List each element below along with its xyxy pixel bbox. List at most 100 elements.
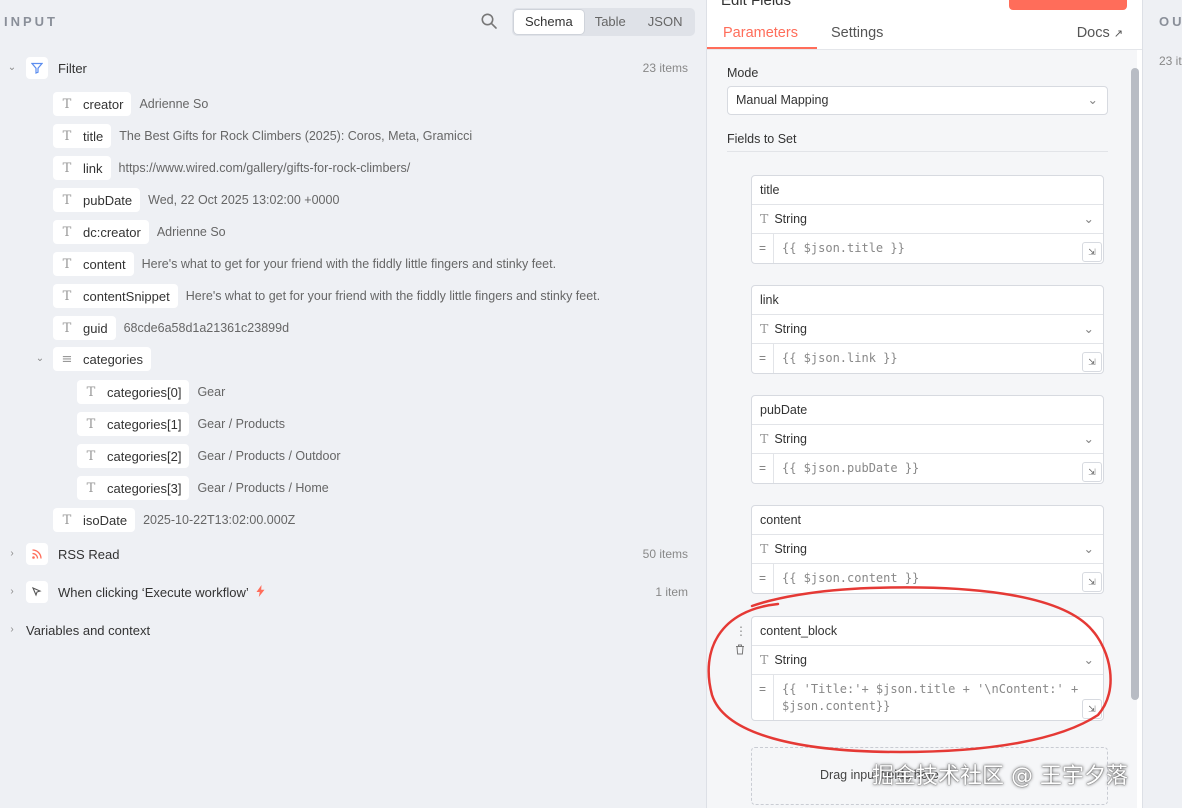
assignment-value-editor[interactable]: = {{ $json.content }} ⇲: [752, 564, 1103, 593]
field-row[interactable]: Tcategories[3] Gear / Products / Home: [77, 476, 329, 500]
expression-equals-icon: =: [752, 454, 774, 483]
field-value: Gear: [197, 385, 226, 399]
tab-parameters[interactable]: Parameters: [723, 25, 798, 41]
assignment-type-value: String: [774, 653, 807, 667]
expand-editor-icon[interactable]: ⇲: [1082, 572, 1102, 592]
field-row[interactable]: Tcreator Adrienne So: [53, 92, 208, 116]
assignment-value-editor[interactable]: = {{ $json.link }} ⇲: [752, 344, 1103, 373]
field-row[interactable]: Tguid 68cde6a58d1a21361c23899d: [53, 316, 289, 340]
assignment-type-select[interactable]: T String ⌄: [752, 315, 1103, 344]
field-row[interactable]: Tlink https://www.wired.com/gallery/gift…: [53, 156, 410, 180]
expression-code[interactable]: {{ $json.link }}: [774, 344, 1103, 373]
expression-code[interactable]: {{ $json.title }}: [774, 234, 1103, 263]
parameters-body: Mode Manual Mapping ⌄ Fields to Set titl…: [707, 50, 1137, 808]
expression-code[interactable]: {{ 'Title:'+ $json.title + '\nContent:' …: [774, 675, 1103, 720]
trash-icon[interactable]: [735, 644, 745, 658]
active-tab-indicator: [707, 47, 817, 49]
chevron-right-icon[interactable]: ›: [6, 624, 18, 636]
tab-json[interactable]: JSON: [637, 10, 694, 34]
text-type-icon: T: [760, 652, 769, 667]
filter-label: Filter: [58, 60, 87, 76]
expression-code[interactable]: {{ $json.content }}: [774, 564, 1103, 593]
chevron-down-icon: ⌄: [1087, 93, 1098, 107]
field-value: Wed, 22 Oct 2025 13:02:00 +0000: [148, 193, 340, 207]
categories-node[interactable]: ⌄ ≡ categories: [34, 347, 151, 371]
field-row[interactable]: Tcontent Here's what to get for your fri…: [53, 252, 556, 276]
field-value: 68cde6a58d1a21361c23899d: [123, 321, 290, 335]
rss-read-node[interactable]: › RSS Read: [6, 542, 119, 566]
text-type-icon: T: [86, 384, 96, 400]
lightning-icon: [256, 584, 265, 600]
chevron-right-icon[interactable]: ›: [6, 586, 18, 598]
field-row[interactable]: TpubDate Wed, 22 Oct 2025 13:02:00 +0000: [53, 188, 339, 212]
field-row[interactable]: Tcategories[0] Gear: [77, 380, 225, 404]
array-type-icon: ≡: [61, 351, 73, 367]
field-row[interactable]: TcontentSnippet Here's what to get for y…: [53, 284, 600, 308]
expand-editor-icon[interactable]: ⇲: [1082, 352, 1102, 372]
chevron-down-icon: ⌄: [1083, 542, 1094, 556]
assignment-value-editor[interactable]: = {{ 'Title:'+ $json.title + '\nContent:…: [752, 675, 1103, 720]
text-type-icon: T: [86, 448, 96, 464]
assignment-type-select[interactable]: T String ⌄: [752, 425, 1103, 454]
assignment-name-input[interactable]: title: [752, 176, 1103, 205]
field-value: Gear / Products / Home: [197, 481, 329, 495]
chevron-down-icon[interactable]: ⌄: [34, 353, 46, 365]
text-type-icon: T: [62, 96, 72, 112]
assignment-card: content_block T String ⌄ = {{ 'Title:'+ $…: [751, 616, 1104, 721]
text-type-icon: T: [86, 416, 96, 432]
field-row[interactable]: Tcategories[2] Gear / Products / Outdoor: [77, 444, 341, 468]
variables-context-node[interactable]: › Variables and context: [6, 618, 150, 642]
assignment-name-input[interactable]: content: [752, 506, 1103, 535]
field-value: Here's what to get for your friend with …: [141, 257, 557, 271]
assignment-card: title T String ⌄ = {{ $json.title }} ⇲: [751, 175, 1104, 264]
assignment-type-value: String: [774, 212, 807, 226]
text-type-icon: T: [62, 288, 72, 304]
filter-icon: [26, 57, 48, 79]
tab-schema[interactable]: Schema: [514, 10, 584, 34]
watermark: 掘金技术社区 @ 王宇夕落: [872, 764, 1128, 789]
assignment-value-editor[interactable]: = {{ $json.pubDate }} ⇲: [752, 454, 1103, 483]
input-panel-title: INPUT: [4, 14, 58, 29]
field-row[interactable]: Tdc:creator Adrienne So: [53, 220, 226, 244]
assignment-name-input[interactable]: content_block: [752, 617, 1103, 646]
execute-step-button[interactable]: [1009, 0, 1127, 10]
assignment-name-input[interactable]: pubDate: [752, 396, 1103, 425]
scrollbar-thumb[interactable]: [1131, 68, 1139, 700]
field-value: Adrienne So: [139, 97, 209, 111]
mode-select[interactable]: Manual Mapping ⌄: [727, 86, 1108, 115]
field-name: contentSnippet: [83, 288, 170, 304]
field-row[interactable]: Ttitle The Best Gifts for Rock Climbers …: [53, 124, 472, 148]
field-name: creator: [83, 96, 124, 112]
field-row[interactable]: TisoDate 2025-10-22T13:02:00.000Z: [53, 508, 295, 532]
assignment-type-select[interactable]: T String ⌄: [752, 205, 1103, 234]
field-name: pubDate: [83, 192, 133, 208]
manual-trigger-node[interactable]: › When clicking ‘Execute workflow’: [6, 580, 265, 604]
variables-context-label: Variables and context: [26, 622, 151, 638]
filter-node[interactable]: ⌄ Filter: [6, 56, 87, 80]
assignment-name-input[interactable]: link: [752, 286, 1103, 315]
divider: [727, 151, 1108, 152]
field-value: https://www.wired.com/gallery/gifts-for-…: [118, 161, 411, 175]
field-name: title: [83, 128, 104, 144]
tab-settings[interactable]: Settings: [831, 25, 883, 41]
tab-table[interactable]: Table: [584, 10, 637, 34]
manual-trigger-label: When clicking ‘Execute workflow’: [58, 584, 249, 600]
chevron-right-icon[interactable]: ›: [6, 548, 18, 560]
assignment-value-editor[interactable]: = {{ $json.title }} ⇲: [752, 234, 1103, 263]
expand-editor-icon[interactable]: ⇲: [1082, 462, 1102, 482]
text-type-icon: T: [86, 480, 96, 496]
field-row[interactable]: Tcategories[1] Gear / Products: [77, 412, 285, 436]
docs-link[interactable]: Docs ↗: [1077, 25, 1123, 41]
output-panel-title: OUTPUT: [1159, 14, 1182, 29]
search-icon[interactable]: [480, 12, 500, 32]
assignment-type-select[interactable]: T String ⌄: [752, 646, 1103, 675]
chevron-down-icon[interactable]: ⌄: [6, 62, 18, 74]
expand-editor-icon[interactable]: ⇲: [1082, 699, 1102, 719]
expression-code[interactable]: {{ $json.pubDate }}: [774, 454, 1103, 483]
rss-icon: [26, 543, 48, 565]
assignment-type-select[interactable]: T String ⌄: [752, 535, 1103, 564]
expand-editor-icon[interactable]: ⇲: [1082, 242, 1102, 262]
field-name: categories[3]: [107, 480, 182, 496]
field-name: link: [83, 160, 103, 176]
text-type-icon: T: [62, 256, 72, 272]
